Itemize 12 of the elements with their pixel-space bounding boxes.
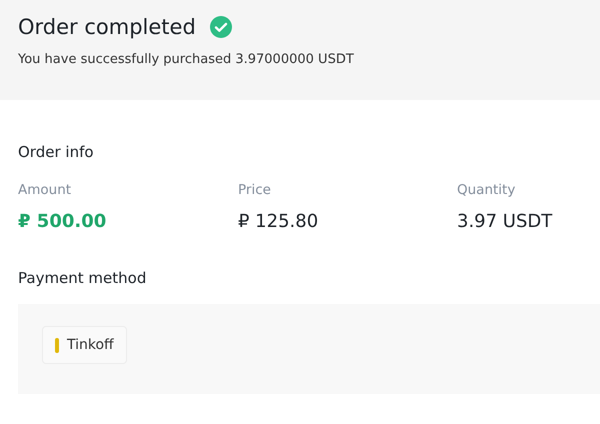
page-title: Order completed bbox=[18, 14, 196, 41]
section-heading: Order info bbox=[18, 142, 95, 162]
field-value: 3.97 USDT bbox=[457, 210, 554, 234]
check-icon bbox=[210, 16, 232, 38]
field-value: ₽ 500.00 bbox=[18, 210, 108, 234]
field-label: Quantity bbox=[457, 181, 516, 200]
success-message: You have successfully purchased 3.97000000 USDT bbox=[18, 52, 355, 67]
payment-method-name: Tinkoff bbox=[67, 337, 114, 353]
field-label: Amount bbox=[18, 181, 72, 200]
field-value: ₽ 125.80 bbox=[238, 210, 320, 234]
field-label: Price bbox=[238, 181, 272, 200]
section-heading: Payment method bbox=[18, 268, 148, 288]
